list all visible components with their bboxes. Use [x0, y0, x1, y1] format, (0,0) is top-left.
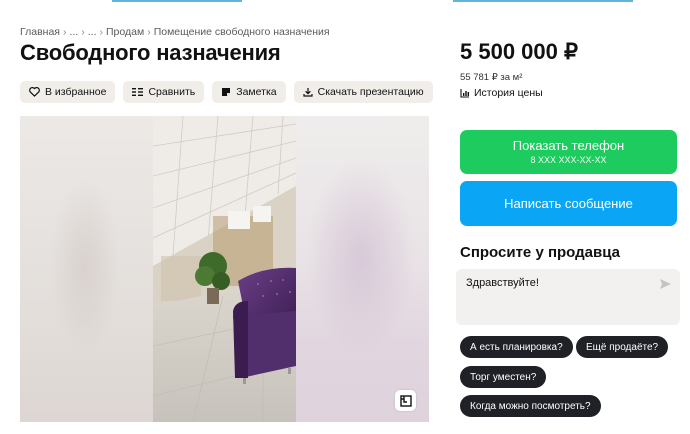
compare-button[interactable]: Сравнить	[123, 81, 205, 103]
listing-photo[interactable]	[153, 116, 296, 422]
photo-gallery[interactable]	[20, 116, 429, 422]
price: 5 500 000 ₽	[460, 39, 578, 64]
phone-mask: 8 XXX XXX-XX-XX	[530, 155, 607, 165]
breadcrumb-item-home[interactable]: Главная	[20, 26, 60, 38]
show-phone-button[interactable]: Показать телефон 8 XXX XXX-XX-XX	[460, 130, 677, 174]
note-label: Заметка	[236, 86, 277, 98]
breadcrumb-item-sell[interactable]: Продам	[106, 26, 144, 38]
breadcrumb-separator: ›	[99, 26, 104, 38]
breadcrumb-separator: ›	[62, 26, 67, 38]
note-button[interactable]: Заметка	[212, 81, 286, 103]
write-message-label: Написать сообщение	[504, 196, 633, 211]
floorplan-button[interactable]	[395, 390, 416, 411]
breadcrumb-separator: ›	[147, 26, 151, 38]
floorplan-icon	[399, 394, 412, 407]
breadcrumb: Главная ›... ›... › Продам › Помещение свободн…	[20, 26, 330, 38]
send-icon[interactable]	[659, 278, 672, 290]
ask-seller-title: Спросите у продавца	[460, 244, 620, 261]
price-history-label: История цены	[474, 87, 543, 99]
compare-icon	[132, 88, 144, 96]
chart-icon	[460, 89, 469, 98]
breadcrumb-item-category[interactable]: Помещение свободного назначения	[154, 26, 330, 38]
download-icon	[303, 88, 313, 97]
download-presentation-button[interactable]: Скачать презентацию	[293, 81, 433, 103]
favorite-button[interactable]: В избранное	[20, 81, 116, 103]
show-phone-label: Показать телефон	[512, 138, 625, 153]
heart-icon	[29, 87, 40, 97]
note-icon	[222, 88, 231, 96]
compare-label: Сравнить	[148, 86, 196, 98]
listing-title: Свободного назначения	[20, 40, 281, 65]
price-per-m2: 55 781 ₽ за м²	[460, 72, 523, 83]
message-input[interactable]	[466, 277, 646, 289]
top-accent-line	[112, 0, 242, 2]
favorite-label: В избранное	[45, 86, 107, 98]
breadcrumb-separator: ›	[81, 26, 85, 38]
listing-actions: В избранное Сравнить Заметка Скачать пре…	[20, 81, 433, 103]
breadcrumb-item[interactable]: ...	[88, 26, 97, 38]
price-history-link[interactable]: История цены	[460, 87, 543, 99]
write-message-button[interactable]: Написать сообщение	[460, 181, 677, 226]
message-box	[456, 269, 680, 325]
breadcrumb-item[interactable]: ...	[69, 26, 78, 38]
quick-question-chip[interactable]: А есть планировка?	[460, 336, 573, 358]
quick-question-chip[interactable]: Когда можно посмотреть?	[460, 395, 601, 417]
gallery-blur-right	[296, 116, 429, 422]
quick-question-chip[interactable]: Ещё продаёте?	[576, 336, 669, 358]
quick-question-chip[interactable]: Торг уместен?	[460, 366, 547, 388]
top-accent-line	[453, 0, 633, 2]
download-label: Скачать презентацию	[317, 86, 424, 98]
gallery-blur-left	[20, 116, 153, 422]
